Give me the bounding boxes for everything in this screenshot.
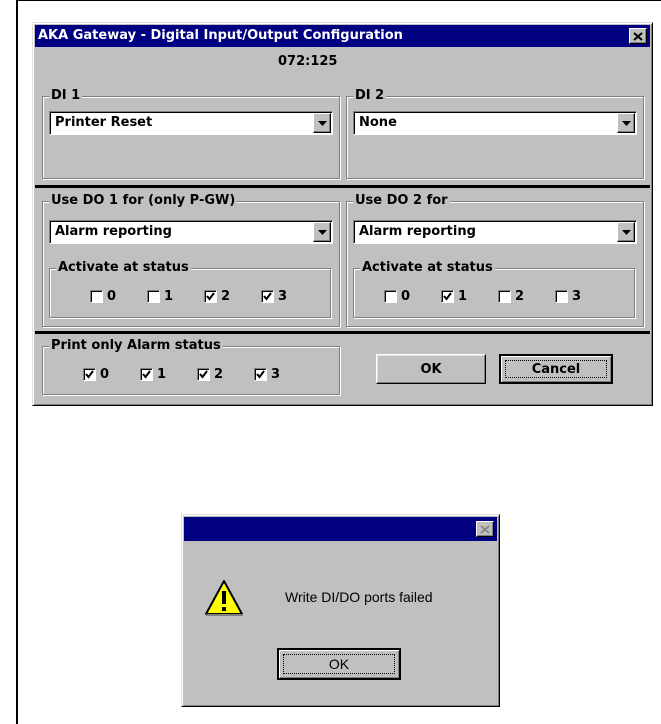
do1-dropdown-button[interactable] [313,222,331,242]
address-label: 072:125 [278,54,338,69]
print-status-2-checkbox[interactable]: 2 [197,365,254,383]
checkbox-label: 2 [515,288,525,304]
close-icon [480,524,490,534]
close-button[interactable] [629,28,647,44]
print-status-0-checkbox[interactable]: 0 [83,365,140,383]
do2-activate-group: Activate at status 0 1 2 3 [353,260,635,318]
do1-group: Use DO 1 for (only P-GW) Alarm reporting… [42,193,340,327]
do2-status-1-checkbox[interactable]: 1 [441,287,498,305]
checkbox-label: 3 [572,288,582,304]
chevron-down-icon [621,229,631,235]
check-icon [142,369,151,379]
config-dialog-title: AKA Gateway - Digital Input/Output Confi… [38,28,403,43]
checkbox-box [197,367,210,381]
checkbox-box [147,289,160,303]
message-text: Write DI/DO ports failed [285,589,433,605]
separator-2 [35,331,650,334]
checkbox-label: 0 [107,288,117,304]
cancel-button[interactable]: Cancel [499,354,613,384]
do2-dropdown-button[interactable] [617,222,635,242]
di2-dropdown-button[interactable] [617,113,635,133]
print-status-3-checkbox[interactable]: 3 [254,365,311,383]
separator-1 [35,185,650,188]
checkbox-box [204,289,217,303]
checkbox-box [555,289,568,303]
checkbox-label: 3 [271,366,281,382]
do2-group: Use DO 2 for Alarm reporting Activate at… [346,193,644,327]
message-box-titlebar [184,517,497,541]
checkbox-label: 3 [278,288,288,304]
message-ok-button[interactable]: OK [277,648,401,680]
di1-group: DI 1 Printer Reset [42,88,340,179]
do2-status-row: 0 1 2 3 [384,287,612,305]
do1-status-2-checkbox[interactable]: 2 [204,287,261,305]
chevron-down-icon [621,120,631,126]
print-only-status-row: 0 1 2 3 [83,365,311,383]
config-dialog: AKA Gateway - Digital Input/Output Confi… [32,22,653,406]
ok-button[interactable]: OK [376,354,486,384]
do1-activate-label: Activate at status [56,260,191,276]
check-icon [443,291,452,301]
checkbox-label: 0 [100,366,110,382]
config-dialog-titlebar: AKA Gateway - Digital Input/Output Confi… [35,25,650,47]
checkbox-label: 2 [214,366,224,382]
do2-label: Use DO 2 for [353,193,450,209]
warning-icon [205,580,243,616]
di1-dropdown-button[interactable] [313,113,331,133]
do1-status-3-checkbox[interactable]: 3 [261,287,318,305]
do2-value: Alarm reporting [359,224,476,239]
di2-select[interactable]: None [353,111,637,135]
ok-button-label: OK [420,361,442,377]
message-box: Write DI/DO ports failed OK [181,514,500,707]
check-icon [85,369,94,379]
checkbox-box [261,289,274,303]
do1-select[interactable]: Alarm reporting [49,220,333,244]
close-icon [633,31,643,41]
do1-activate-group: Activate at status 0 1 2 3 [49,260,331,318]
checkbox-label: 2 [221,288,231,304]
checkbox-box [384,289,397,303]
print-only-label: Print only Alarm status [49,338,223,354]
focus-rect [505,360,607,378]
checkbox-label: 1 [164,288,174,304]
do1-status-1-checkbox[interactable]: 1 [147,287,204,305]
checkbox-box [498,289,511,303]
check-icon [199,369,208,379]
do2-select[interactable]: Alarm reporting [353,220,637,244]
do2-status-2-checkbox[interactable]: 2 [498,287,555,305]
di1-select[interactable]: Printer Reset [49,111,333,135]
do1-status-0-checkbox[interactable]: 0 [90,287,147,305]
print-status-1-checkbox[interactable]: 1 [140,365,197,383]
do1-status-row: 0 1 2 3 [90,287,318,305]
print-only-group: Print only Alarm status 0 1 2 3 [42,338,340,395]
check-icon [206,291,215,301]
checkbox-box [90,289,103,303]
do2-status-3-checkbox[interactable]: 3 [555,287,612,305]
checkbox-label: 1 [157,366,167,382]
check-icon [263,291,272,301]
check-icon [256,369,265,379]
do1-label: Use DO 1 for (only P-GW) [49,193,238,209]
di2-value: None [359,115,397,130]
chevron-down-icon [317,120,327,126]
di2-label: DI 2 [353,88,387,104]
di2-group: DI 2 None [346,88,644,179]
checkbox-box [83,367,96,381]
checkbox-box [140,367,153,381]
checkbox-label: 1 [458,288,468,304]
focus-rect [283,654,395,674]
checkbox-box [441,289,454,303]
close-button[interactable] [476,521,494,537]
do2-status-0-checkbox[interactable]: 0 [384,287,441,305]
di1-value: Printer Reset [55,115,153,130]
checkbox-label: 0 [401,288,411,304]
chevron-down-icon [317,229,327,235]
do2-activate-label: Activate at status [360,260,495,276]
di1-label: DI 1 [49,88,83,104]
do1-value: Alarm reporting [55,224,172,239]
checkbox-box [254,367,267,381]
